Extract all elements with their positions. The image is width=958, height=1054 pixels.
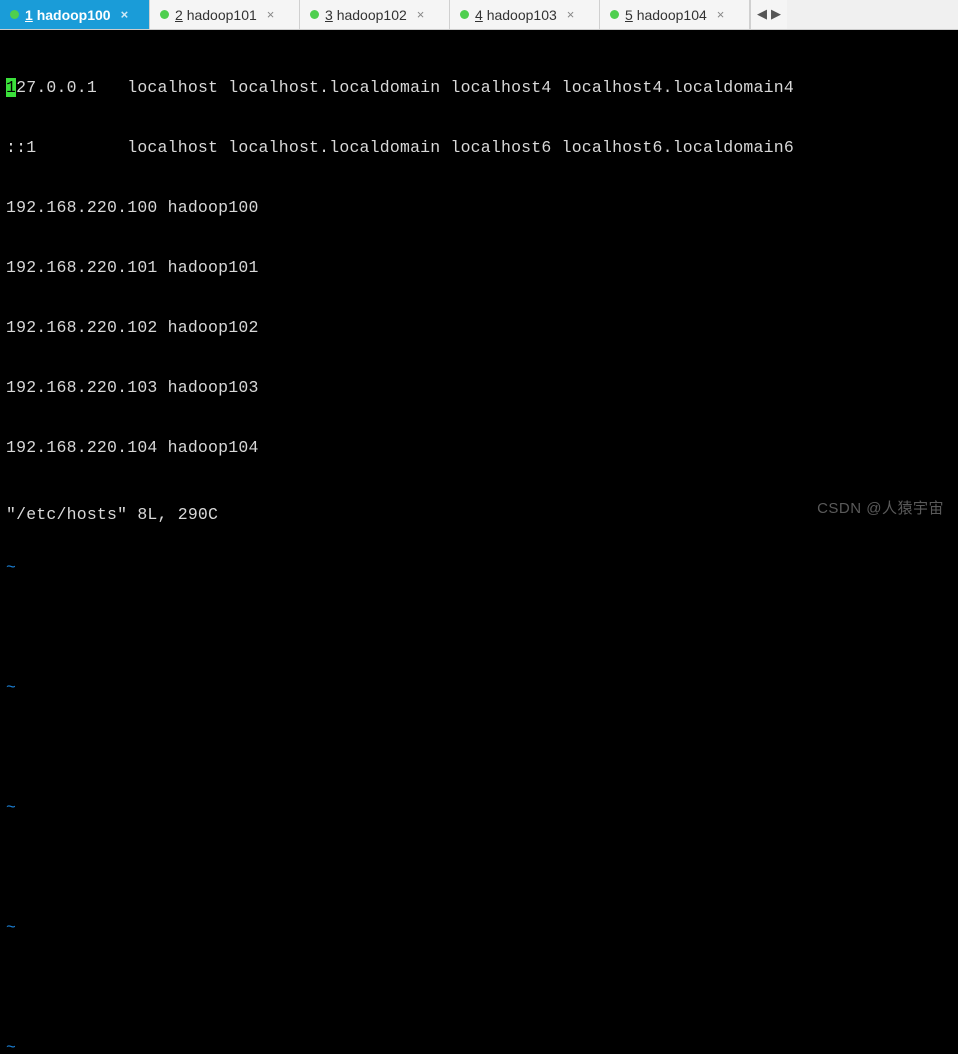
- status-dot-icon: [460, 10, 469, 19]
- empty-line: [6, 858, 952, 878]
- status-dot-icon: [310, 10, 319, 19]
- file-line: 192.168.220.100 hadoop100: [6, 198, 952, 218]
- tab-label: 2 hadoop101: [175, 7, 257, 23]
- vim-tilde: ~: [6, 1038, 952, 1054]
- close-icon[interactable]: ×: [717, 7, 725, 22]
- tab-hadoop104[interactable]: 5 hadoop104 ×: [600, 0, 750, 29]
- tab-label: 4 hadoop103: [475, 7, 557, 23]
- tab-hadoop103[interactable]: 4 hadoop103 ×: [450, 0, 600, 29]
- close-icon[interactable]: ×: [121, 7, 129, 22]
- scroll-left-icon[interactable]: ◀: [757, 7, 767, 22]
- tab-hadoop102[interactable]: 3 hadoop102 ×: [300, 0, 450, 29]
- status-dot-icon: [160, 10, 169, 19]
- status-dot-icon: [10, 10, 19, 19]
- tab-label: 5 hadoop104: [625, 7, 707, 23]
- file-line: 127.0.0.1 localhost localhost.localdomai…: [6, 78, 952, 98]
- vim-tilde: ~: [6, 798, 952, 818]
- tab-scroll-controls: ◀ ▶: [750, 0, 787, 29]
- file-line: 192.168.220.103 hadoop103: [6, 378, 952, 398]
- file-line: 192.168.220.104 hadoop104: [6, 438, 952, 458]
- terminal-pane[interactable]: 127.0.0.1 localhost localhost.localdomai…: [0, 30, 958, 527]
- file-line: ::1 localhost localhost.localdomain loca…: [6, 138, 952, 158]
- watermark: CSDN @人猿宇宙: [817, 499, 944, 519]
- vim-status-line: "/etc/hosts" 8L, 290C: [6, 505, 218, 525]
- vim-tilde: ~: [6, 558, 952, 578]
- tab-hadoop100[interactable]: 1 hadoop100 ×: [0, 0, 150, 29]
- status-dot-icon: [610, 10, 619, 19]
- file-line: 192.168.220.101 hadoop101: [6, 258, 952, 278]
- close-icon[interactable]: ×: [267, 7, 275, 22]
- vim-tilde: ~: [6, 678, 952, 698]
- empty-line: [6, 978, 952, 998]
- empty-line: [6, 738, 952, 758]
- close-icon[interactable]: ×: [567, 7, 575, 22]
- file-line: 192.168.220.102 hadoop102: [6, 318, 952, 338]
- tab-label: 3 hadoop102: [325, 7, 407, 23]
- tab-label: 1 hadoop100: [25, 7, 111, 23]
- close-icon[interactable]: ×: [417, 7, 425, 22]
- vim-tilde: ~: [6, 918, 952, 938]
- scroll-right-icon[interactable]: ▶: [771, 7, 781, 22]
- tab-hadoop101[interactable]: 2 hadoop101 ×: [150, 0, 300, 29]
- tab-bar: 1 hadoop100 × 2 hadoop101 × 3 hadoop102 …: [0, 0, 958, 30]
- empty-line: [6, 618, 952, 638]
- cursor: 1: [6, 78, 16, 97]
